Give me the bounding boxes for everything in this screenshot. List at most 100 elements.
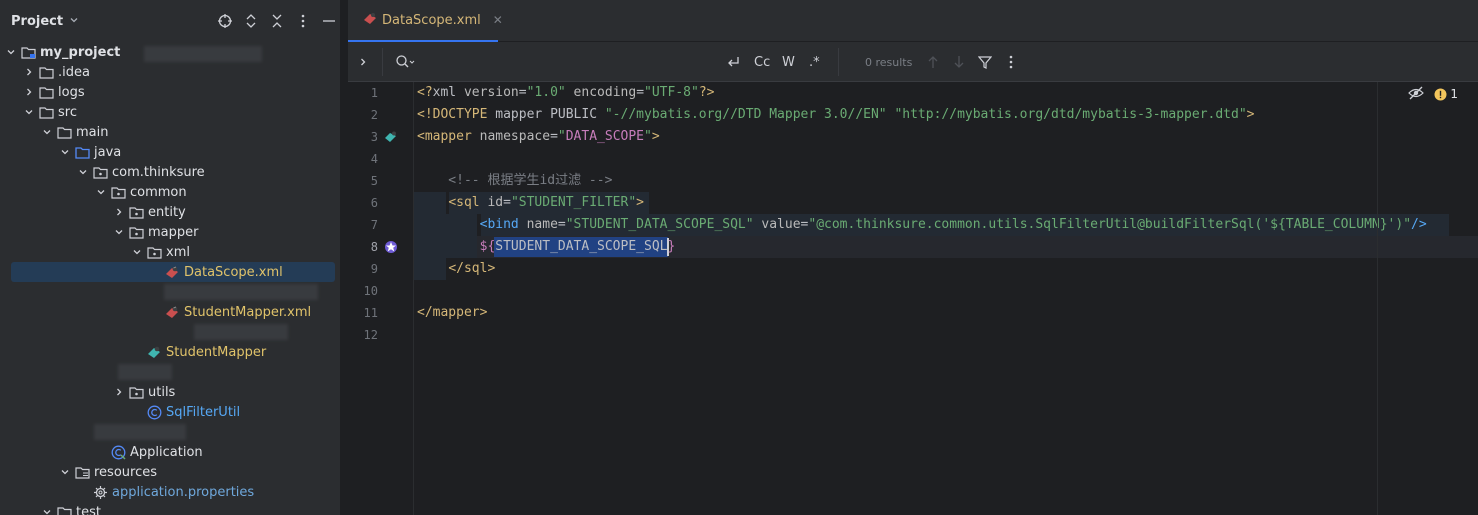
mybatis-navigate-icon[interactable]	[384, 130, 398, 144]
tree-item[interactable]: Application	[0, 442, 340, 462]
close-tab-icon[interactable]: ✕	[493, 13, 503, 27]
code-line[interactable]: ${STUDENT_DATA_SCOPE_SQL}	[417, 236, 676, 258]
code-line[interactable]: </sql>	[417, 258, 495, 280]
line-number[interactable]: 9	[348, 258, 378, 280]
code-line[interactable]: <sql id="STUDENT_FILTER">	[417, 192, 644, 214]
code-token: STUDENT_DATA_SCOPE_SQL	[495, 239, 668, 254]
tree-item[interactable]: SqlFilterUtil	[0, 402, 340, 422]
tree-item[interactable]: logs	[0, 82, 340, 102]
tree-item[interactable]: StudentMapper	[0, 342, 340, 362]
project-panel-title[interactable]: Project	[11, 14, 63, 29]
chevron-down-icon[interactable]	[76, 167, 90, 177]
sql-injection-icon[interactable]	[384, 240, 398, 254]
tree-item[interactable]: com.thinksure	[0, 162, 340, 182]
line-number[interactable]: 4	[348, 148, 378, 170]
line-number[interactable]: 2	[348, 104, 378, 126]
tree-item[interactable]: mapper	[0, 222, 340, 242]
code-line[interactable]: <bind name="STUDENT_DATA_SCOPE_SQL" valu…	[417, 214, 1427, 236]
tree-item[interactable]: .idea	[0, 62, 340, 82]
tree-item[interactable]: test	[0, 502, 340, 515]
chevron-right-icon[interactable]	[112, 207, 126, 217]
whole-words-button[interactable]: W	[782, 42, 795, 82]
code-token: >	[1246, 107, 1255, 122]
line-number-gutter[interactable]: 1 2 3 4 5 6 7 8 9 10 11 12	[348, 82, 414, 515]
tree-item[interactable]: application.properties	[0, 482, 340, 502]
tab-datascope-xml[interactable]: DataScope.xml ✕	[348, 0, 503, 42]
tree-item[interactable]: resources	[0, 462, 340, 482]
tree-item[interactable]: java	[0, 142, 340, 162]
warnings-indicator[interactable]: 1	[1434, 87, 1458, 101]
redacted-item	[164, 284, 318, 300]
code-line[interactable]: <mapper namespace="DATA_SCOPE">	[417, 126, 660, 148]
collapse-all-icon[interactable]	[264, 8, 290, 34]
tree-item[interactable]: main	[0, 122, 340, 142]
tree-item[interactable]: entity	[0, 202, 340, 222]
filter-icon[interactable]	[978, 42, 992, 82]
line-number[interactable]: 5	[348, 170, 378, 192]
line-number[interactable]: 3	[348, 126, 378, 148]
tree-item[interactable]: DataScope.xml	[11, 262, 335, 282]
chevron-down-icon[interactable]	[94, 187, 108, 197]
line-number[interactable]: 8	[348, 236, 378, 258]
minimize-icon[interactable]	[316, 8, 340, 34]
chevron-down-icon[interactable]	[58, 467, 72, 477]
more-options-icon[interactable]	[1009, 42, 1013, 82]
tree-item[interactable]	[0, 282, 340, 302]
code-line[interactable]: </mapper>	[417, 302, 487, 324]
chevron-down-icon[interactable]	[40, 507, 54, 515]
code-token: ${	[479, 239, 496, 254]
code-line[interactable]: <?xml version="1.0" encoding="UTF-8"?>	[417, 82, 714, 104]
code-token: "@com.thinksure.common.utils.SqlFilterUt…	[808, 217, 1412, 232]
chevron-down-icon[interactable]	[22, 107, 36, 117]
chevron-down-icon[interactable]	[112, 227, 126, 237]
package-icon	[110, 185, 126, 199]
search-input[interactable]	[423, 50, 713, 74]
chevron-down-icon[interactable]	[130, 247, 144, 257]
next-occurrence-icon[interactable]	[952, 42, 966, 82]
new-line-icon[interactable]	[725, 42, 741, 82]
line-number[interactable]: 7	[348, 214, 378, 236]
tree-item[interactable]	[0, 362, 340, 382]
chevron-right-icon[interactable]	[22, 67, 36, 77]
tree-item[interactable]: StudentMapper.xml	[0, 302, 340, 322]
chevron-right-icon[interactable]	[22, 87, 36, 97]
line-number[interactable]: 11	[348, 302, 378, 324]
chevron-down-icon[interactable]	[58, 147, 72, 157]
line-number[interactable]: 10	[348, 280, 378, 302]
chevron-down-icon[interactable]	[4, 47, 18, 57]
more-options-icon[interactable]	[290, 8, 316, 34]
expand-all-icon[interactable]	[238, 8, 264, 34]
line-number[interactable]: 1	[348, 82, 378, 104]
chevron-right-icon[interactable]	[112, 387, 126, 397]
panel-divider[interactable]	[340, 0, 348, 515]
code-line[interactable]: <!DOCTYPE mapper PUBLIC "-//mybatis.org/…	[417, 104, 1254, 126]
code-token: xml	[432, 85, 464, 100]
inspection-widget[interactable]: 1	[1408, 82, 1458, 106]
code-token: "UTF-8"	[644, 85, 699, 100]
match-case-button[interactable]: Cc	[754, 42, 770, 82]
regex-button[interactable]: .*	[809, 42, 820, 82]
tree-item[interactable]: utils	[0, 382, 340, 402]
editor: DataScope.xml ✕ Cc W .* 0 results 1 2 3 …	[348, 0, 1478, 515]
code-line[interactable]: <!-- 根据学生id过滤 -->	[417, 170, 612, 192]
code-token: <mapper	[417, 129, 480, 144]
previous-occurrence-icon[interactable]	[926, 42, 940, 82]
line-number[interactable]: 6	[348, 192, 378, 214]
tree-item[interactable]: xml	[0, 242, 340, 262]
reader-mode-icon[interactable]	[1408, 86, 1425, 103]
tree-item[interactable]	[0, 422, 340, 442]
code-token: "	[644, 129, 652, 144]
code-editor[interactable]: 1 2 3 4 5 6 7 8 9 10 11 12 <?xml version="1.0" enco…	[348, 82, 1478, 515]
package-icon	[128, 205, 144, 219]
tree-item[interactable]: common	[0, 182, 340, 202]
chevron-down-icon[interactable]	[69, 15, 79, 28]
chevron-right-icon[interactable]	[358, 42, 368, 82]
crosshair-icon[interactable]	[212, 8, 238, 34]
redacted-item	[118, 364, 172, 380]
tree-item[interactable]	[0, 322, 340, 342]
search-icon[interactable]	[395, 42, 415, 82]
chevron-down-icon[interactable]	[40, 127, 54, 137]
line-number[interactable]: 12	[348, 324, 378, 346]
tree-item[interactable]: src	[0, 102, 340, 122]
